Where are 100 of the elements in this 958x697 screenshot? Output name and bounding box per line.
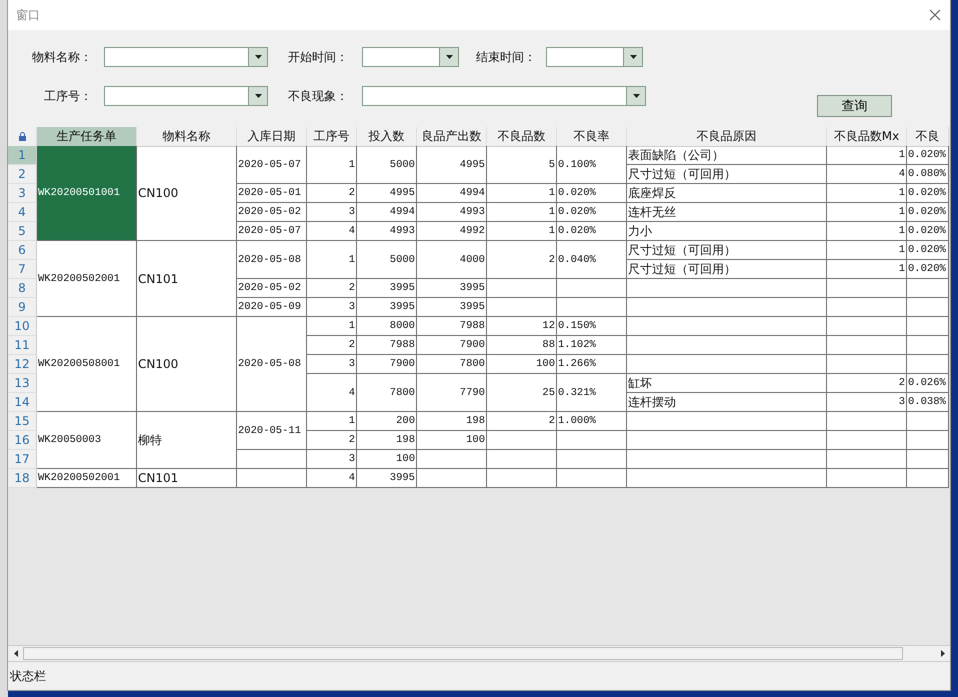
scrollbar-thumb[interactable] xyxy=(23,647,903,660)
column-header[interactable]: 物料名称 xyxy=(137,127,237,147)
row-header[interactable]: 9 xyxy=(8,298,37,317)
table-cell: 3995 xyxy=(357,298,417,317)
table-cell: 0.020% xyxy=(557,184,627,203)
row-header[interactable]: 12 xyxy=(8,355,37,374)
table-cell: WK20200502001 xyxy=(37,469,137,488)
table-cell: WK20200502001 xyxy=(37,241,137,317)
dropdown-field[interactable] xyxy=(362,47,459,67)
scroll-left-icon[interactable] xyxy=(14,650,18,657)
dropdown-field[interactable] xyxy=(104,47,268,67)
table-cell xyxy=(907,469,949,488)
table-cell: 4 xyxy=(827,165,907,184)
dropdown-field[interactable] xyxy=(362,86,646,106)
table-cell xyxy=(487,450,557,469)
column-header[interactable]: 不良品原因 xyxy=(627,127,827,147)
table-cell: 0.020% xyxy=(907,222,949,241)
row-header[interactable]: 4 xyxy=(8,203,37,222)
table-cell: 4995 xyxy=(417,146,487,184)
field-label: 结束时间： xyxy=(476,48,537,66)
table-cell: 2020-05-09 xyxy=(237,298,307,317)
table-cell: WK20050003 xyxy=(37,412,137,469)
table-cell xyxy=(487,298,557,317)
table-cell: 3 xyxy=(827,393,907,412)
row-header[interactable]: 13 xyxy=(8,374,37,393)
table-cell xyxy=(417,450,487,469)
column-header[interactable]: 不良 xyxy=(907,127,949,147)
table-cell: 88 xyxy=(487,336,557,355)
table-cell: 1.102% xyxy=(557,336,627,355)
table-cell: 7988 xyxy=(357,336,417,355)
dropdown-arrow-icon xyxy=(254,55,262,59)
row-header[interactable]: 7 xyxy=(8,260,37,279)
table-cell: 1 xyxy=(307,412,357,431)
table-cell xyxy=(557,431,627,450)
row-header[interactable]: 6 xyxy=(8,241,37,260)
row-header[interactable]: 3 xyxy=(8,184,37,203)
row-header[interactable]: 8 xyxy=(8,279,37,298)
close-icon[interactable] xyxy=(928,8,942,22)
table-cell: 1 xyxy=(827,184,907,203)
table-cell: 198 xyxy=(357,431,417,450)
table-cell: 柳特 xyxy=(137,412,237,469)
table-cell: 3 xyxy=(307,298,357,317)
table-cell: 表面缺陷（公司） xyxy=(627,146,827,165)
dropdown-arrow-icon xyxy=(446,55,452,59)
column-header[interactable]: 不良品数Mx xyxy=(827,127,907,147)
scroll-right-icon[interactable] xyxy=(940,650,944,657)
column-header[interactable]: 不良品数 xyxy=(487,127,557,147)
table-cell: 2020-05-08 xyxy=(237,241,307,279)
row-header[interactable]: 2 xyxy=(8,165,37,184)
table-cell: 7800 xyxy=(417,355,487,374)
table-cell: 0.040% xyxy=(557,241,627,279)
column-header[interactable]: 生产任务单 xyxy=(37,127,137,147)
table-cell: 5000 xyxy=(357,241,417,279)
table-cell: 尺寸过短（可回用） xyxy=(627,165,827,184)
column-header[interactable]: 不良率 xyxy=(557,127,627,147)
row-header[interactable]: 18 xyxy=(8,469,37,488)
dropdown-field[interactable] xyxy=(546,47,643,67)
row-header[interactable]: 11 xyxy=(8,336,37,355)
table-cell: 1 xyxy=(827,146,907,165)
query-button[interactable]: 查询 xyxy=(817,95,892,117)
table-cell: 4 xyxy=(307,222,357,241)
table-cell: 2020-05-07 xyxy=(237,146,307,184)
table-cell: CN100 xyxy=(137,146,237,241)
column-header[interactable]: 工序号 xyxy=(307,127,357,147)
row-header[interactable]: 1 xyxy=(8,146,37,165)
table-cell xyxy=(907,431,949,450)
column-header[interactable]: 投入数 xyxy=(357,127,417,147)
table-cell: 7790 xyxy=(417,374,487,412)
row-header[interactable]: 16 xyxy=(8,431,37,450)
table-cell: 0.100% xyxy=(557,146,627,184)
row-header[interactable]: 15 xyxy=(8,412,37,431)
table-cell: 2 xyxy=(307,279,357,298)
table-cell xyxy=(557,469,627,488)
field-label: 工序号： xyxy=(44,88,93,104)
table-cell: 4994 xyxy=(357,203,417,222)
table-cell xyxy=(487,279,557,298)
table-cell xyxy=(557,298,627,317)
table-cell: 1 xyxy=(827,260,907,279)
row-header[interactable]: 14 xyxy=(8,393,37,412)
dropdown-arrow-icon xyxy=(254,94,262,98)
table-cell xyxy=(907,298,949,317)
table-cell: 1 xyxy=(827,241,907,260)
table-cell xyxy=(907,336,949,355)
table-cell: 0.020% xyxy=(907,184,949,203)
table-cell xyxy=(237,450,307,469)
row-header[interactable]: 17 xyxy=(8,450,37,469)
table-cell: 尺寸过短（可回用） xyxy=(627,241,827,260)
table-cell: 7800 xyxy=(357,374,417,412)
row-header[interactable]: 5 xyxy=(8,222,37,241)
table-cell: 4000 xyxy=(417,241,487,279)
row-header[interactable]: 10 xyxy=(8,317,37,336)
dropdown-field[interactable] xyxy=(104,86,268,106)
table-cell: 1 xyxy=(487,222,557,241)
table-cell: 1 xyxy=(307,146,357,184)
table-cell: 0.080% xyxy=(907,165,949,184)
table-cell: 25 xyxy=(487,374,557,412)
column-header[interactable]: 入库日期 xyxy=(237,127,307,147)
table-cell: 3 xyxy=(307,355,357,374)
column-header[interactable]: 良品产出数 xyxy=(417,127,487,147)
table-cell xyxy=(557,279,627,298)
